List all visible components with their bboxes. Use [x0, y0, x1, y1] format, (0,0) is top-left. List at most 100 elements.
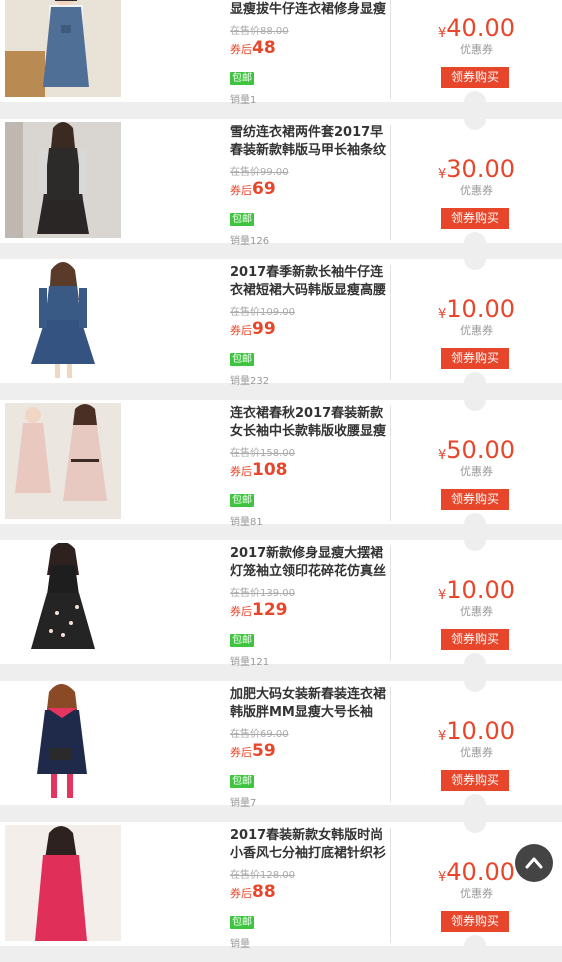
product-title[interactable]: 雪纺连衣裙两件套2017早春装新款韩版马甲长袖条纹	[230, 124, 386, 160]
after-coupon-price: 99	[252, 319, 276, 340]
ticket-notch-bottom	[464, 653, 486, 665]
product-card[interactable]: 雪纺连衣裙两件套2017早春装新款韩版马甲长袖条纹 在售价99.00 券后69 包邮销…	[0, 118, 562, 247]
product-image[interactable]	[5, 0, 121, 97]
product-title[interactable]: 2017春装新款女韩版时尚小香风七分袖打底裙针织衫	[230, 827, 386, 863]
original-price: 在售价128.00	[230, 866, 295, 881]
product-card[interactable]: 2017新款修身显瘦大摆裙灯笼袖立领印花碎花仿真丝 在售价139.00 券后129 包…	[0, 540, 562, 668]
product-image[interactable]	[5, 402, 121, 519]
original-price-label: 在售价	[230, 869, 260, 881]
price-after-coupon: 券后59	[230, 741, 276, 761]
price-after-coupon: 券后129	[230, 600, 288, 620]
get-coupon-buy-button[interactable]: 领券购买	[441, 348, 509, 370]
ticket-notch-top	[464, 399, 486, 411]
product-card[interactable]: 春装新款韩版牛仔长袖修身显瘦拔牛仔连衣裙修身显瘦包臀裙在售价88.00券后48包…	[0, 0, 562, 106]
product-card[interactable]: 2017春季新款长袖牛仔连衣裙短裙大码韩版显瘦高腰 在售价109.00 券后99 包邮…	[0, 259, 562, 387]
price-after-coupon: 券后108	[230, 460, 288, 480]
after-coupon-label: 券后	[230, 43, 252, 56]
product-title[interactable]: 连衣裙春秋2017春装新款女长袖中长款韩版收腰显瘦	[230, 405, 386, 441]
sales-label: 销量	[230, 797, 250, 809]
coupon-value: 40.00	[446, 857, 515, 886]
after-coupon-label: 券后	[230, 464, 252, 478]
original-price-value: 69.00	[260, 728, 289, 740]
product-title[interactable]: 春装新款韩版牛仔长袖修身显瘦拔牛仔连衣裙修身显瘦包臀裙	[230, 0, 386, 19]
ticket-notch-bottom	[464, 91, 486, 102]
ticket-notch-bottom	[464, 934, 486, 946]
price-after-coupon: 券后88	[230, 882, 276, 902]
original-price: 在售价69.00	[230, 725, 289, 740]
back-to-top-button[interactable]	[515, 844, 553, 882]
original-price-label: 在售价	[230, 26, 260, 37]
get-coupon-buy-button[interactable]: 领券购买	[441, 629, 509, 651]
coupon-label: 优惠券	[460, 43, 493, 56]
coupon-value: 30.00	[446, 154, 515, 183]
coupon-label: 优惠券	[460, 464, 493, 478]
get-coupon-buy-button[interactable]: 领券购买	[441, 769, 509, 791]
get-coupon-buy-button[interactable]: 领券购买	[441, 488, 509, 510]
price-after-coupon: 券后48	[230, 38, 276, 58]
original-price: 在售价88.00	[230, 22, 289, 37]
coupon-amount: ¥10.00	[391, 717, 562, 745]
sales-value: 126	[250, 235, 270, 247]
coupon-amount: ¥40.00	[391, 14, 562, 42]
free-shipping-badge: 包邮	[230, 774, 254, 788]
original-price-label: 在售价	[230, 728, 260, 740]
coupon-amount: ¥30.00	[391, 155, 562, 183]
coupon-amount: ¥10.00	[391, 576, 562, 604]
product-image[interactable]	[5, 262, 121, 379]
ticket-notch-bottom	[464, 231, 486, 243]
sales-label: 销量	[230, 657, 250, 669]
get-coupon-buy-button[interactable]: 领券购买	[441, 67, 509, 88]
sales-count: 销量126	[230, 232, 269, 247]
after-coupon-price: 129	[252, 600, 288, 621]
sales-value: 232	[250, 376, 270, 388]
product-card[interactable]: 加肥大码女装新春装连衣裙 韩版胖MM显瘦大号长袖在售价69.00 券后59 包邮销量…	[0, 680, 562, 809]
after-coupon-price: 48	[252, 38, 276, 58]
free-shipping-badge: 包邮	[230, 634, 254, 648]
after-coupon-price: 69	[252, 178, 276, 199]
original-price-value: 128.00	[260, 869, 295, 881]
original-price-label: 在售价	[230, 166, 260, 178]
ticket-notch-bottom	[464, 372, 486, 384]
product-list: 春装新款韩版牛仔长袖修身显瘦拔牛仔连衣裙修身显瘦包臀裙在售价88.00券后48包…	[0, 0, 562, 962]
get-coupon-buy-button[interactable]: 领券购买	[441, 207, 509, 229]
price-after-coupon: 券后69	[230, 179, 276, 199]
original-price-value: 139.00	[260, 588, 295, 600]
sales-value: 121	[250, 657, 270, 669]
ticket-notch-top	[464, 259, 486, 271]
after-coupon-price: 108	[252, 459, 288, 480]
product-title[interactable]: 2017新款修身显瘦大摆裙灯笼袖立领印花碎花仿真丝	[230, 545, 386, 581]
original-price-value: 109.00	[260, 307, 295, 319]
coupon-value: 40.00	[446, 14, 515, 42]
original-price-value: 88.00	[260, 26, 289, 37]
after-coupon-label: 券后	[230, 745, 252, 759]
product-card[interactable]: 连衣裙春秋2017春装新款女长袖中长款韩版收腰显瘦 在售价158.00 券后108 包…	[0, 399, 562, 528]
ticket-notch-top	[464, 821, 486, 833]
after-coupon-price: 88	[252, 881, 276, 902]
free-shipping-badge: 包邮	[230, 353, 254, 367]
sales-count: 销量121	[230, 653, 269, 668]
sales-count: 销量232	[230, 372, 269, 387]
free-shipping-badge: 包邮	[230, 915, 254, 929]
original-price-label: 在售价	[230, 447, 260, 459]
product-card[interactable]: 2017春装新款女韩版时尚小香风七分袖打底裙针织衫在售价128.00 券后88 包邮…	[0, 821, 562, 950]
sales-label: 销量	[230, 95, 250, 106]
product-title[interactable]: 2017春季新款长袖牛仔连衣裙短裙大码韩版显瘦高腰	[230, 264, 386, 300]
get-coupon-buy-button[interactable]: 领券购买	[441, 910, 509, 932]
sales-value: 81	[250, 516, 263, 528]
sales-count: 销量1	[230, 91, 256, 106]
free-shipping-badge: 包邮	[230, 72, 254, 85]
sales-label: 销量	[230, 516, 250, 528]
product-image[interactable]	[5, 121, 121, 238]
product-image[interactable]	[5, 824, 121, 941]
original-price-value: 99.00	[260, 166, 289, 178]
original-price: 在售价158.00	[230, 444, 295, 459]
product-title[interactable]: 加肥大码女装新春装连衣裙 韩版胖MM显瘦大号长袖	[230, 686, 386, 722]
ticket-notch-bottom	[464, 793, 486, 805]
sales-count: 销量81	[230, 513, 263, 528]
free-shipping-badge: 包邮	[230, 493, 254, 507]
coupon-label: 优惠券	[460, 324, 493, 338]
product-image[interactable]	[5, 543, 121, 660]
product-image[interactable]	[5, 683, 121, 800]
ticket-notch-top	[464, 540, 486, 552]
coupon-value: 10.00	[446, 295, 515, 324]
